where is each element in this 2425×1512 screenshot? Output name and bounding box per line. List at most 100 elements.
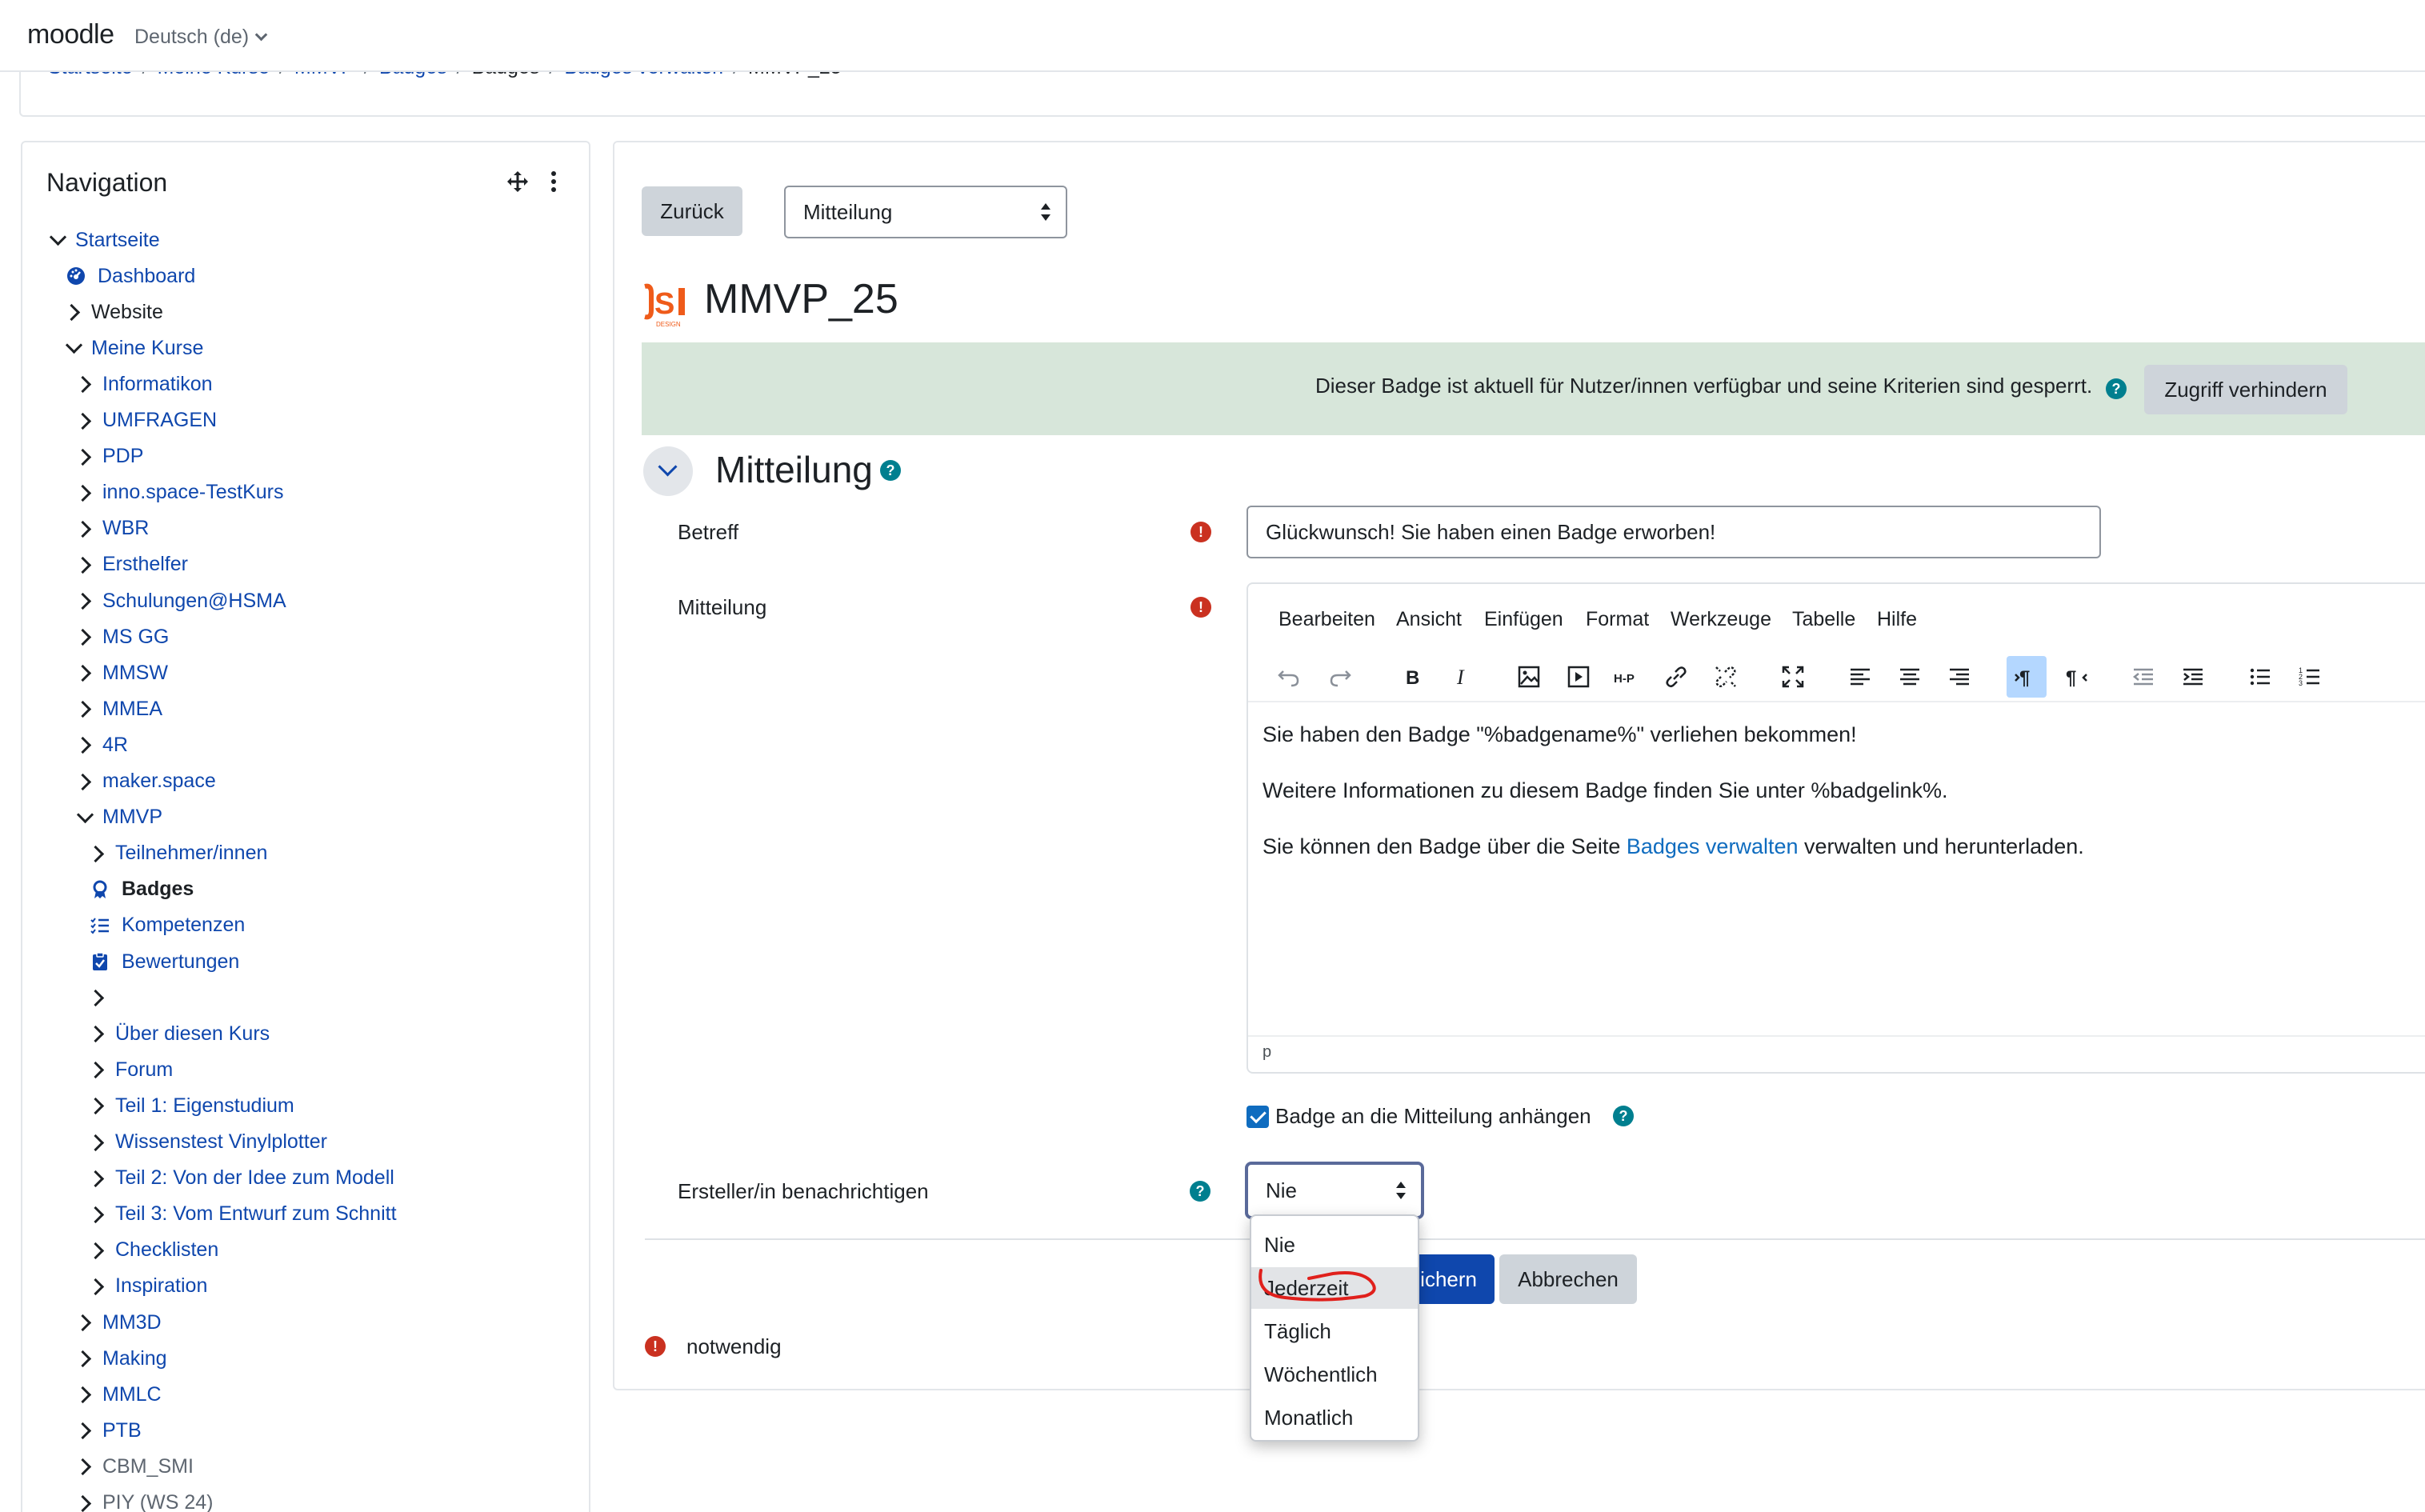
nav-item[interactable]: PDP bbox=[77, 441, 143, 473]
nav-item[interactable] bbox=[90, 982, 115, 1014]
nav-item[interactable]: Badges bbox=[90, 874, 194, 906]
nav-item[interactable]: MM3D bbox=[77, 1306, 162, 1338]
nav-item[interactable]: Website bbox=[66, 296, 163, 328]
chevron-right-icon[interactable] bbox=[77, 1496, 91, 1510]
fullscreen-icon[interactable] bbox=[1773, 656, 1813, 698]
help-icon[interactable]: ? bbox=[2106, 378, 2127, 399]
help-icon[interactable]: ? bbox=[1190, 1181, 1210, 1202]
nav-item[interactable]: MS GG bbox=[77, 621, 169, 653]
subject-input[interactable]: Glückwunsch! Sie haben einen Badge erwor… bbox=[1247, 506, 2101, 558]
option-weekly[interactable]: Wöchentlich bbox=[1251, 1354, 1418, 1395]
italic-icon[interactable]: I bbox=[1442, 656, 1482, 698]
chevron-right-icon[interactable] bbox=[77, 1351, 91, 1366]
chevron-right-icon[interactable] bbox=[90, 1098, 104, 1113]
nav-item[interactable]: Teil 2: Von der Idee zum Modell bbox=[90, 1162, 394, 1194]
link-icon[interactable] bbox=[1656, 656, 1696, 698]
menu-help[interactable]: Hilfe bbox=[1877, 608, 1917, 631]
nav-item[interactable]: 4R bbox=[77, 729, 128, 761]
chevron-right-icon[interactable] bbox=[90, 1279, 104, 1294]
nav-item[interactable]: Bewertungen bbox=[90, 946, 239, 978]
h5p-icon[interactable]: H-P bbox=[1607, 656, 1647, 698]
nav-item[interactable]: Wissenstest Vinylplotter bbox=[90, 1126, 327, 1158]
nav-item[interactable]: Startseite bbox=[50, 224, 160, 256]
nav-item[interactable]: Über diesen Kurs bbox=[90, 1018, 270, 1050]
chevron-right-icon[interactable] bbox=[77, 702, 91, 716]
menu-table[interactable]: Tabelle bbox=[1792, 608, 1855, 631]
nav-item[interactable]: Teil 3: Vom Entwurf zum Schnitt bbox=[90, 1198, 397, 1230]
editor-content[interactable]: Sie haben den Badge "%badgename%" verlie… bbox=[1263, 720, 2425, 888]
actions-menu-icon[interactable] bbox=[549, 170, 558, 194]
nav-item[interactable]: MMVP bbox=[77, 802, 162, 834]
bold-icon[interactable]: B bbox=[1392, 656, 1432, 698]
chevron-right-icon[interactable] bbox=[77, 522, 91, 536]
menu-edit[interactable]: Bearbeiten bbox=[1279, 608, 1375, 631]
rtl-icon[interactable]: ¶ bbox=[2056, 656, 2096, 698]
nav-item[interactable]: Making bbox=[77, 1342, 167, 1374]
badges-manage-link[interactable]: Badges verwalten bbox=[1627, 834, 1799, 858]
chevron-right-icon[interactable] bbox=[90, 1062, 104, 1077]
chevron-right-icon[interactable] bbox=[77, 1423, 91, 1438]
site-brand[interactable]: moodle bbox=[27, 19, 114, 50]
chevron-right-icon[interactable] bbox=[77, 594, 91, 608]
nav-item[interactable]: PTB bbox=[77, 1414, 142, 1446]
chevron-down-icon[interactable] bbox=[77, 810, 91, 825]
chevron-right-icon[interactable] bbox=[77, 666, 91, 680]
attach-badge-label[interactable]: Badge an die Mitteilung anhängen bbox=[1275, 1104, 1591, 1129]
nav-item[interactable]: Forum bbox=[90, 1054, 173, 1086]
menu-format[interactable]: Format bbox=[1586, 608, 1649, 631]
chevron-right-icon[interactable] bbox=[90, 1207, 104, 1222]
chevron-right-icon[interactable] bbox=[90, 1171, 104, 1186]
menu-view[interactable]: Ansicht bbox=[1396, 608, 1462, 631]
move-icon[interactable] bbox=[506, 170, 530, 194]
align-left-icon[interactable] bbox=[1840, 656, 1880, 698]
nav-item[interactable]: Teil 1: Eigenstudium bbox=[90, 1090, 294, 1122]
attach-badge-checkbox[interactable] bbox=[1247, 1106, 1269, 1128]
nav-item[interactable]: maker.space bbox=[77, 766, 216, 798]
chevron-right-icon[interactable] bbox=[77, 486, 91, 500]
chevron-right-icon[interactable] bbox=[90, 1243, 104, 1258]
align-center-icon[interactable] bbox=[1890, 656, 1930, 698]
option-monthly[interactable]: Monatlich bbox=[1251, 1397, 1418, 1438]
unlink-icon[interactable] bbox=[1706, 656, 1746, 698]
image-icon[interactable] bbox=[1509, 656, 1549, 698]
chevron-right-icon[interactable] bbox=[77, 1459, 91, 1474]
editor-element-path[interactable]: p bbox=[1263, 1043, 1271, 1062]
chevron-right-icon[interactable] bbox=[77, 738, 91, 752]
help-icon[interactable]: ? bbox=[1613, 1106, 1634, 1126]
bullet-list-icon[interactable] bbox=[2240, 656, 2280, 698]
media-icon[interactable] bbox=[1559, 656, 1599, 698]
notify-creator-select[interactable]: Nie bbox=[1245, 1162, 1424, 1219]
section-collapse-button[interactable] bbox=[643, 446, 693, 496]
chevron-right-icon[interactable] bbox=[66, 305, 80, 319]
nav-item[interactable]: Informatikon bbox=[77, 368, 213, 400]
nav-item[interactable]: Meine Kurse bbox=[66, 332, 203, 364]
menu-tools[interactable]: Werkzeuge bbox=[1671, 608, 1771, 631]
nav-item[interactable]: Schulungen@HSMA bbox=[77, 585, 286, 617]
chevron-right-icon[interactable] bbox=[77, 450, 91, 464]
option-never[interactable]: Nie bbox=[1251, 1224, 1418, 1266]
nav-item[interactable]: Ersthelfer bbox=[77, 549, 188, 581]
nav-item[interactable]: PIY (WS 24) bbox=[77, 1487, 213, 1512]
chevron-right-icon[interactable] bbox=[77, 774, 91, 789]
badge-view-select[interactable]: Mitteilung bbox=[784, 186, 1067, 238]
back-button[interactable]: Zurück bbox=[642, 186, 742, 236]
help-icon[interactable]: ? bbox=[880, 460, 901, 481]
nav-item[interactable]: Checklisten bbox=[90, 1234, 218, 1266]
ltr-icon[interactable]: ¶ bbox=[2007, 656, 2047, 698]
chevron-right-icon[interactable] bbox=[77, 1387, 91, 1402]
chevron-right-icon[interactable] bbox=[90, 846, 104, 861]
chevron-right-icon[interactable] bbox=[77, 1315, 91, 1330]
chevron-down-icon[interactable] bbox=[66, 341, 80, 355]
nav-item[interactable]: CBM_SMI bbox=[77, 1450, 194, 1482]
nav-item[interactable]: Dashboard bbox=[66, 260, 195, 292]
nav-item[interactable]: inno.space-TestKurs bbox=[77, 477, 284, 509]
chevron-right-icon[interactable] bbox=[77, 558, 91, 572]
nav-item[interactable]: MMEA bbox=[77, 693, 162, 725]
chevron-right-icon[interactable] bbox=[77, 630, 91, 644]
nav-item[interactable]: Inspiration bbox=[90, 1270, 207, 1302]
chevron-right-icon[interactable] bbox=[77, 377, 91, 391]
redo-icon[interactable] bbox=[1320, 656, 1360, 698]
chevron-right-icon[interactable] bbox=[90, 990, 104, 1005]
chevron-right-icon[interactable] bbox=[77, 414, 91, 428]
nav-item[interactable]: WBR bbox=[77, 513, 149, 545]
